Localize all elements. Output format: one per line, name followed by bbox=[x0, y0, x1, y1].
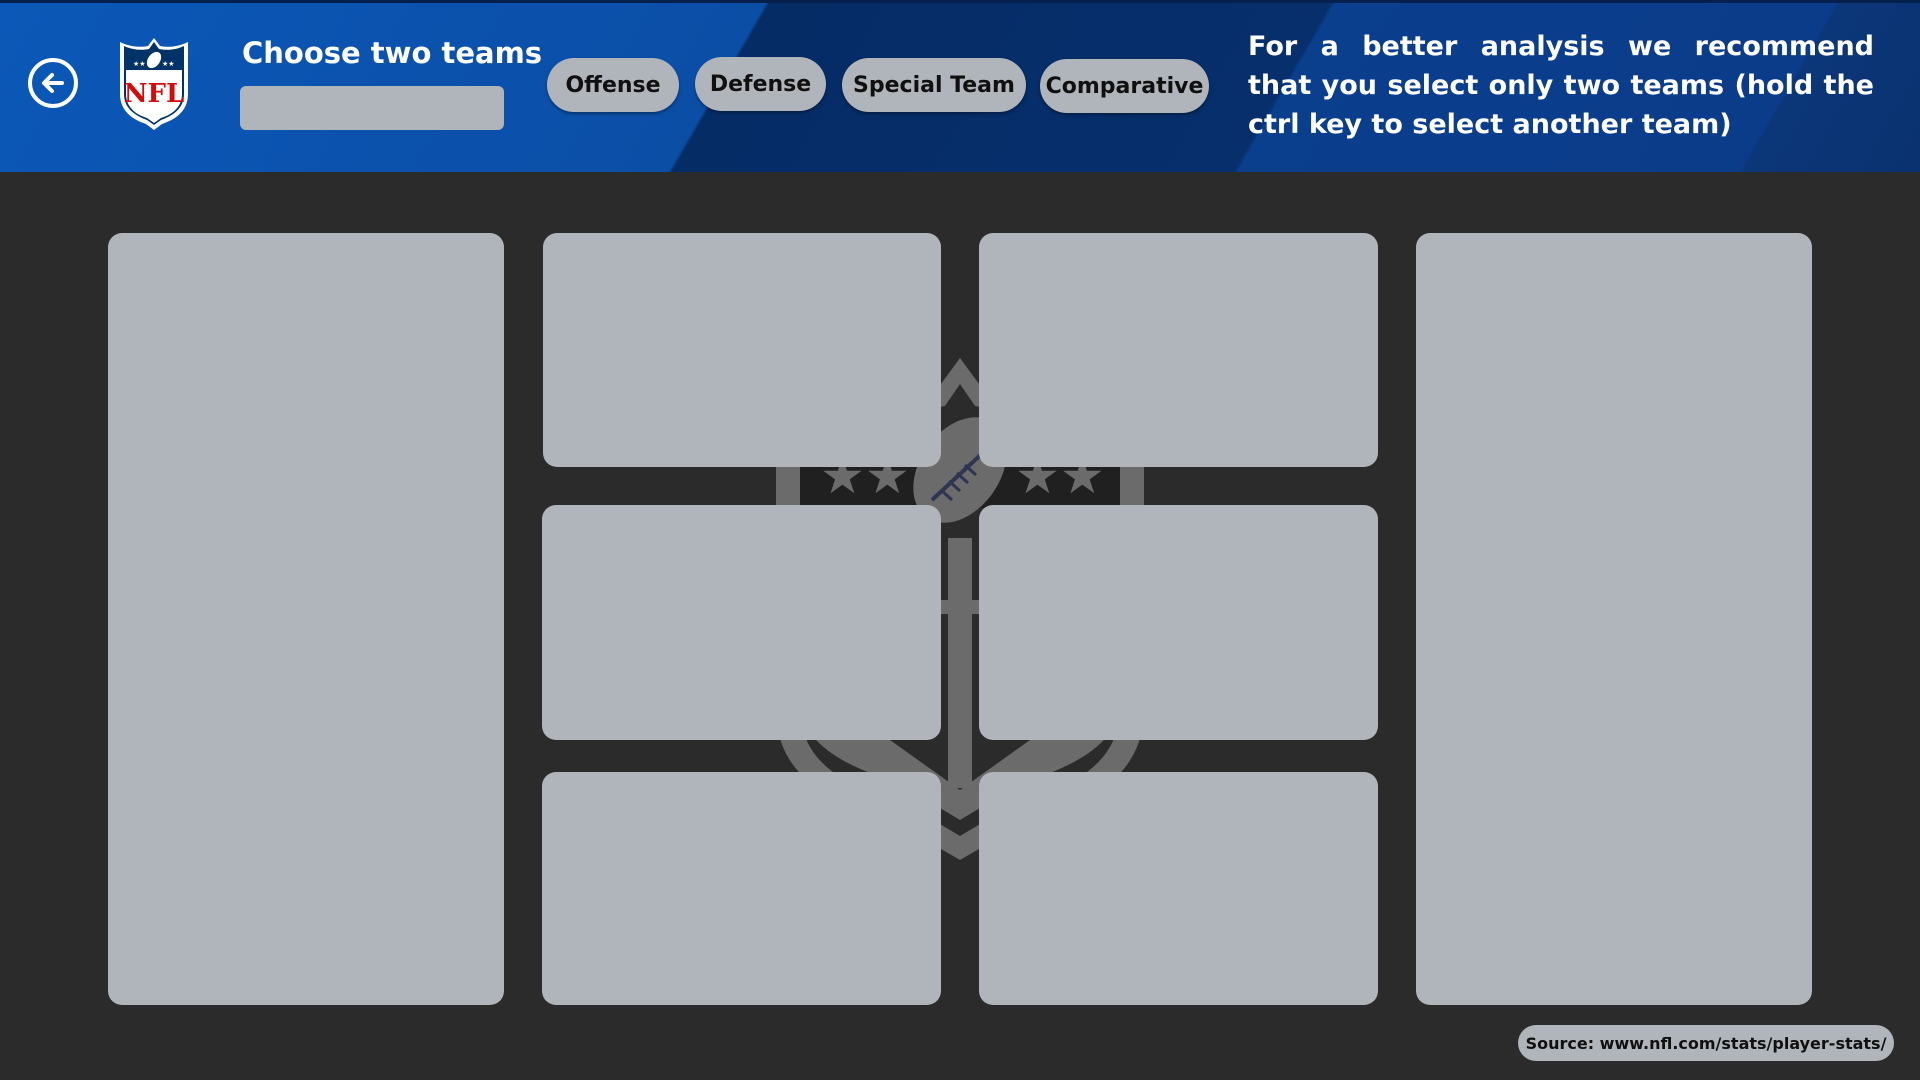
offense-button[interactable]: Offense bbox=[547, 58, 679, 112]
back-button[interactable] bbox=[28, 58, 78, 108]
choose-teams-label: Choose two teams bbox=[242, 36, 543, 70]
center-left-panel-top bbox=[543, 233, 941, 467]
center-left-panel-middle bbox=[542, 505, 941, 740]
comparative-button[interactable]: Comparative bbox=[1040, 59, 1209, 113]
nfl-logo: ★★ ★★ NFL bbox=[120, 38, 188, 130]
center-right-panel-top bbox=[979, 233, 1378, 467]
center-right-panel-bottom bbox=[979, 772, 1378, 1005]
header-top-border bbox=[0, 0, 1920, 3]
right-panel bbox=[1416, 233, 1812, 1005]
center-right-panel-middle bbox=[979, 505, 1378, 740]
team-select-dropdown[interactable] bbox=[240, 86, 504, 130]
center-left-panel-bottom bbox=[542, 772, 941, 1005]
selection-notice: For a better analysis we recommend that … bbox=[1248, 31, 1874, 140]
source-label: Source: www.nfl.com/stats/player-stats/ bbox=[1518, 1025, 1894, 1061]
defense-button[interactable]: Defense bbox=[695, 57, 826, 111]
nfl-logo-text: NFL bbox=[124, 79, 185, 109]
svg-text:★★: ★★ bbox=[162, 60, 175, 68]
svg-text:★★: ★★ bbox=[133, 60, 146, 68]
header-bar: ★★ ★★ NFL Choose two teams Offense Defen… bbox=[0, 0, 1920, 172]
arrow-left-icon bbox=[42, 73, 64, 93]
special-team-button[interactable]: Special Team bbox=[842, 58, 1026, 112]
left-panel bbox=[108, 233, 504, 1005]
